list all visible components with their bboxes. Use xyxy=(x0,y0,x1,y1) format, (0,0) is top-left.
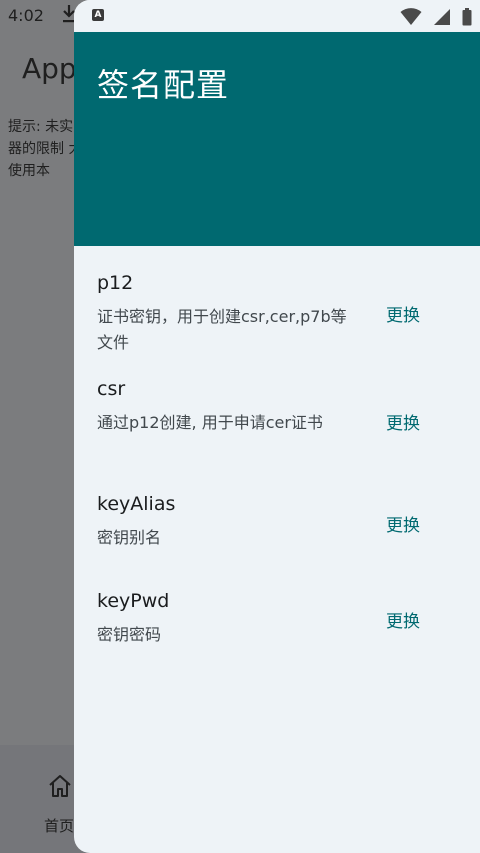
replace-keypwd-button[interactable]: 更换 xyxy=(386,607,420,632)
item-title: keyAlias xyxy=(97,493,176,515)
battery-icon xyxy=(462,7,472,25)
status-icons xyxy=(394,6,472,26)
config-item-p12: p12 证书密钥，用于创建csr,cer,p7b等文件 更换 xyxy=(74,272,480,360)
status-time: 4:02 xyxy=(8,6,44,25)
item-description: 通过p12创建, 用于申请cer证书 xyxy=(97,413,323,432)
item-description: 密钥别名 xyxy=(97,528,162,547)
background-app-title: App xyxy=(22,52,77,85)
home-icon[interactable] xyxy=(47,773,73,799)
drawer-header: 签名配置 xyxy=(74,32,480,246)
config-item-keyalias: keyAlias 密钥别名 更换 xyxy=(74,493,480,553)
wifi-icon xyxy=(400,7,422,25)
nav-home-label[interactable]: 首页 xyxy=(44,815,74,836)
replace-csr-button[interactable]: 更换 xyxy=(386,409,420,434)
item-title: keyPwd xyxy=(97,590,170,612)
config-item-csr: csr 通过p12创建, 用于申请cer证书 更换 xyxy=(74,378,480,466)
replace-keyalias-button[interactable]: 更换 xyxy=(386,511,420,536)
signal-icon xyxy=(433,8,450,25)
screen: 4:02 App 提示: 未实 务器的限制 大陆使用本 首页 A 签名配置 p1… xyxy=(0,0,480,853)
item-title: p12 xyxy=(97,272,134,294)
replace-p12-button[interactable]: 更换 xyxy=(386,301,420,326)
item-title: csr xyxy=(97,378,126,400)
signing-config-drawer: A 签名配置 p12 证书密钥，用于创建csr,cer,p7b等文件 更换 cs… xyxy=(74,0,480,853)
notification-a-icon: A xyxy=(92,9,104,21)
status-bar: A xyxy=(74,0,480,32)
config-item-keypwd: keyPwd 密钥密码 更换 xyxy=(74,590,480,650)
item-description: 密钥密码 xyxy=(97,625,162,644)
drawer-title: 签名配置 xyxy=(97,66,230,104)
item-description: 证书密钥，用于创建csr,cer,p7b等文件 xyxy=(97,307,347,352)
